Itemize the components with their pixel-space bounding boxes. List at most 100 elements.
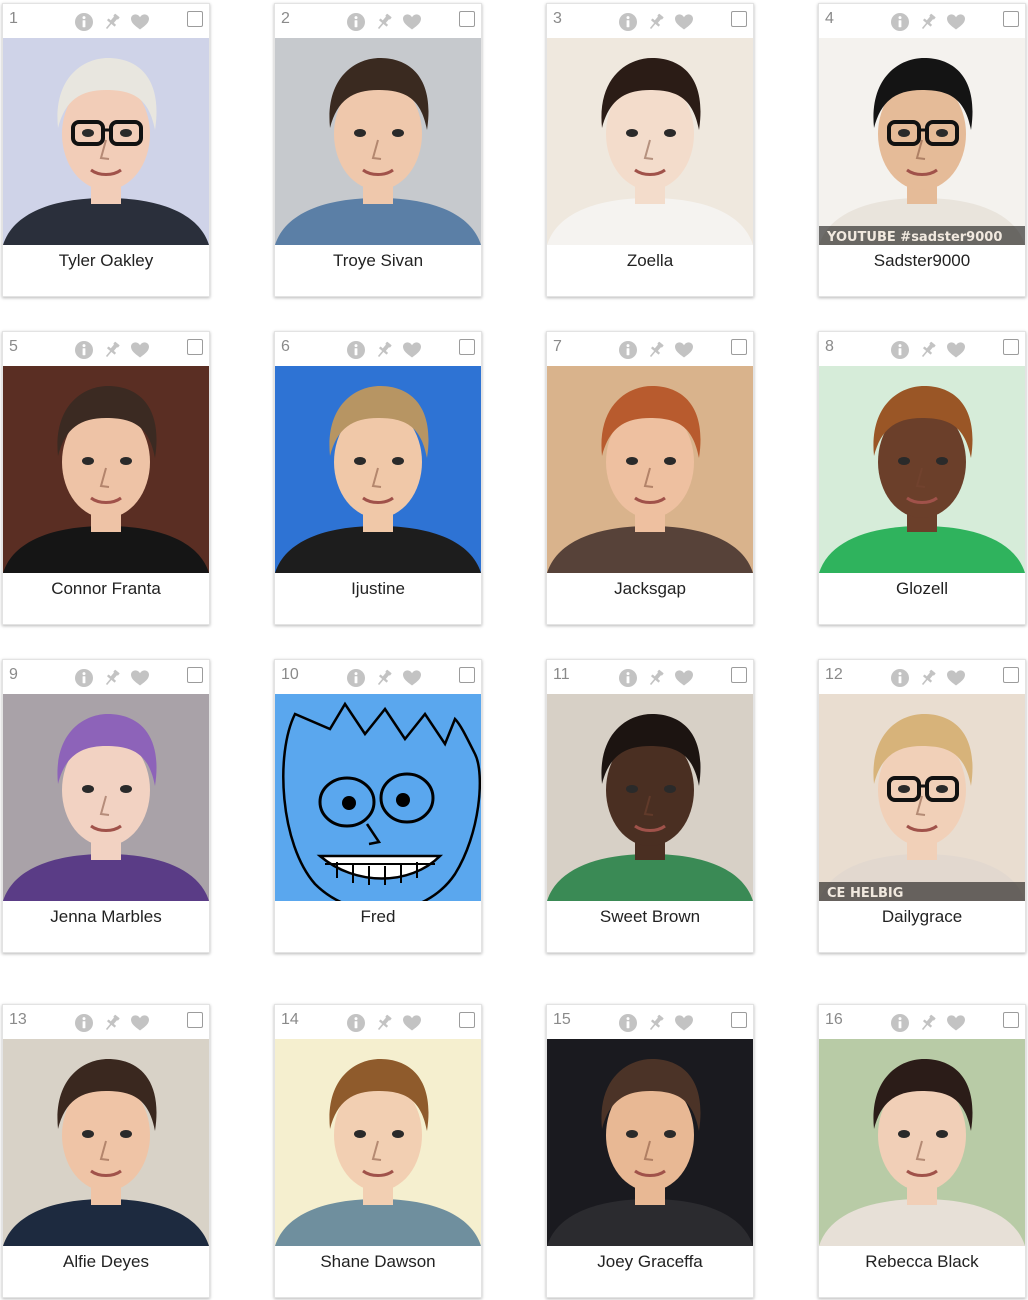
youtuber-name[interactable]: Zoella [547, 251, 753, 271]
select-checkbox[interactable] [731, 667, 747, 683]
pin-icon[interactable] [646, 12, 666, 32]
info-icon[interactable] [74, 1013, 94, 1033]
select-checkbox[interactable] [187, 11, 203, 27]
pin-icon[interactable] [918, 1013, 938, 1033]
heart-icon[interactable] [402, 1013, 422, 1033]
youtuber-name[interactable]: Jacksgap [547, 579, 753, 599]
youtuber-name[interactable]: Tyler Oakley [3, 251, 209, 271]
select-checkbox[interactable] [1003, 667, 1019, 683]
info-icon[interactable] [74, 340, 94, 360]
youtuber-card-2[interactable]: 2 Troye Sivan [274, 3, 482, 297]
pin-icon[interactable] [102, 340, 122, 360]
youtuber-photo[interactable] [819, 366, 1025, 573]
youtuber-name[interactable]: Shane Dawson [275, 1252, 481, 1272]
pin-icon[interactable] [374, 340, 394, 360]
info-icon[interactable] [346, 1013, 366, 1033]
youtuber-photo[interactable] [275, 38, 481, 245]
pin-icon[interactable] [374, 12, 394, 32]
select-checkbox[interactable] [1003, 339, 1019, 355]
youtuber-name[interactable]: Connor Franta [3, 579, 209, 599]
heart-icon[interactable] [130, 12, 150, 32]
heart-icon[interactable] [946, 1013, 966, 1033]
info-icon[interactable] [890, 12, 910, 32]
select-checkbox[interactable] [731, 11, 747, 27]
youtuber-card-9[interactable]: 9 Jenna Marbles [2, 659, 210, 953]
info-icon[interactable] [890, 1013, 910, 1033]
youtuber-card-1[interactable]: 1 Tyler Oakley [2, 3, 210, 297]
youtuber-card-13[interactable]: 13 Alfie Deyes [2, 1004, 210, 1298]
pin-icon[interactable] [646, 1013, 666, 1033]
select-checkbox[interactable] [731, 1012, 747, 1028]
youtuber-card-8[interactable]: 8 Glozell [818, 331, 1026, 625]
heart-icon[interactable] [130, 340, 150, 360]
youtuber-card-16[interactable]: 16 Rebecca Black [818, 1004, 1026, 1298]
youtuber-name[interactable]: Jenna Marbles [3, 907, 209, 927]
youtuber-photo[interactable] [3, 38, 209, 245]
youtuber-photo[interactable] [547, 366, 753, 573]
youtuber-name[interactable]: Joey Graceffa [547, 1252, 753, 1272]
info-icon[interactable] [346, 12, 366, 32]
heart-icon[interactable] [674, 668, 694, 688]
pin-icon[interactable] [374, 668, 394, 688]
youtuber-name[interactable]: Sweet Brown [547, 907, 753, 927]
info-icon[interactable] [74, 668, 94, 688]
youtuber-name[interactable]: Dailygrace [819, 907, 1025, 927]
heart-icon[interactable] [674, 12, 694, 32]
youtuber-name[interactable]: Alfie Deyes [3, 1252, 209, 1272]
info-icon[interactable] [890, 668, 910, 688]
pin-icon[interactable] [918, 12, 938, 32]
youtuber-photo[interactable] [547, 38, 753, 245]
youtuber-name[interactable]: Rebecca Black [819, 1252, 1025, 1272]
select-checkbox[interactable] [187, 1012, 203, 1028]
pin-icon[interactable] [646, 340, 666, 360]
pin-icon[interactable] [102, 12, 122, 32]
youtuber-card-10[interactable]: 10 Fred [274, 659, 482, 953]
select-checkbox[interactable] [1003, 1012, 1019, 1028]
info-icon[interactable] [890, 340, 910, 360]
youtuber-photo[interactable] [819, 1039, 1025, 1246]
heart-icon[interactable] [402, 12, 422, 32]
youtuber-card-14[interactable]: 14 Shane Dawson [274, 1004, 482, 1298]
heart-icon[interactable] [946, 340, 966, 360]
select-checkbox[interactable] [1003, 11, 1019, 27]
youtuber-name[interactable]: Glozell [819, 579, 1025, 599]
youtuber-name[interactable]: Fred [275, 907, 481, 927]
info-icon[interactable] [618, 12, 638, 32]
youtuber-photo[interactable] [275, 366, 481, 573]
heart-icon[interactable] [130, 668, 150, 688]
heart-icon[interactable] [402, 668, 422, 688]
info-icon[interactable] [346, 668, 366, 688]
pin-icon[interactable] [374, 1013, 394, 1033]
heart-icon[interactable] [402, 340, 422, 360]
youtuber-card-4[interactable]: 4 YOUTUBE #sadster9000 Sadster9000 [818, 3, 1026, 297]
pin-icon[interactable] [918, 340, 938, 360]
heart-icon[interactable] [674, 340, 694, 360]
select-checkbox[interactable] [459, 339, 475, 355]
heart-icon[interactable] [674, 1013, 694, 1033]
select-checkbox[interactable] [187, 339, 203, 355]
info-icon[interactable] [618, 668, 638, 688]
select-checkbox[interactable] [731, 339, 747, 355]
pin-icon[interactable] [918, 668, 938, 688]
youtuber-photo[interactable]: CE HELBIG [819, 694, 1025, 901]
youtuber-photo[interactable] [547, 694, 753, 901]
heart-icon[interactable] [946, 12, 966, 32]
info-icon[interactable] [74, 12, 94, 32]
youtuber-photo[interactable] [3, 694, 209, 901]
youtuber-photo[interactable] [275, 694, 481, 901]
pin-icon[interactable] [646, 668, 666, 688]
youtuber-card-3[interactable]: 3 Zoella [546, 3, 754, 297]
pin-icon[interactable] [102, 1013, 122, 1033]
info-icon[interactable] [346, 340, 366, 360]
youtuber-card-11[interactable]: 11 Sweet Brown [546, 659, 754, 953]
heart-icon[interactable] [130, 1013, 150, 1033]
youtuber-card-6[interactable]: 6 Ijustine [274, 331, 482, 625]
youtuber-name[interactable]: Sadster9000 [819, 251, 1025, 271]
youtuber-name[interactable]: Troye Sivan [275, 251, 481, 271]
youtuber-card-7[interactable]: 7 Jacksgap [546, 331, 754, 625]
info-icon[interactable] [618, 1013, 638, 1033]
youtuber-photo[interactable] [3, 366, 209, 573]
select-checkbox[interactable] [459, 1012, 475, 1028]
youtuber-card-15[interactable]: 15 Joey Graceffa [546, 1004, 754, 1298]
youtuber-name[interactable]: Ijustine [275, 579, 481, 599]
